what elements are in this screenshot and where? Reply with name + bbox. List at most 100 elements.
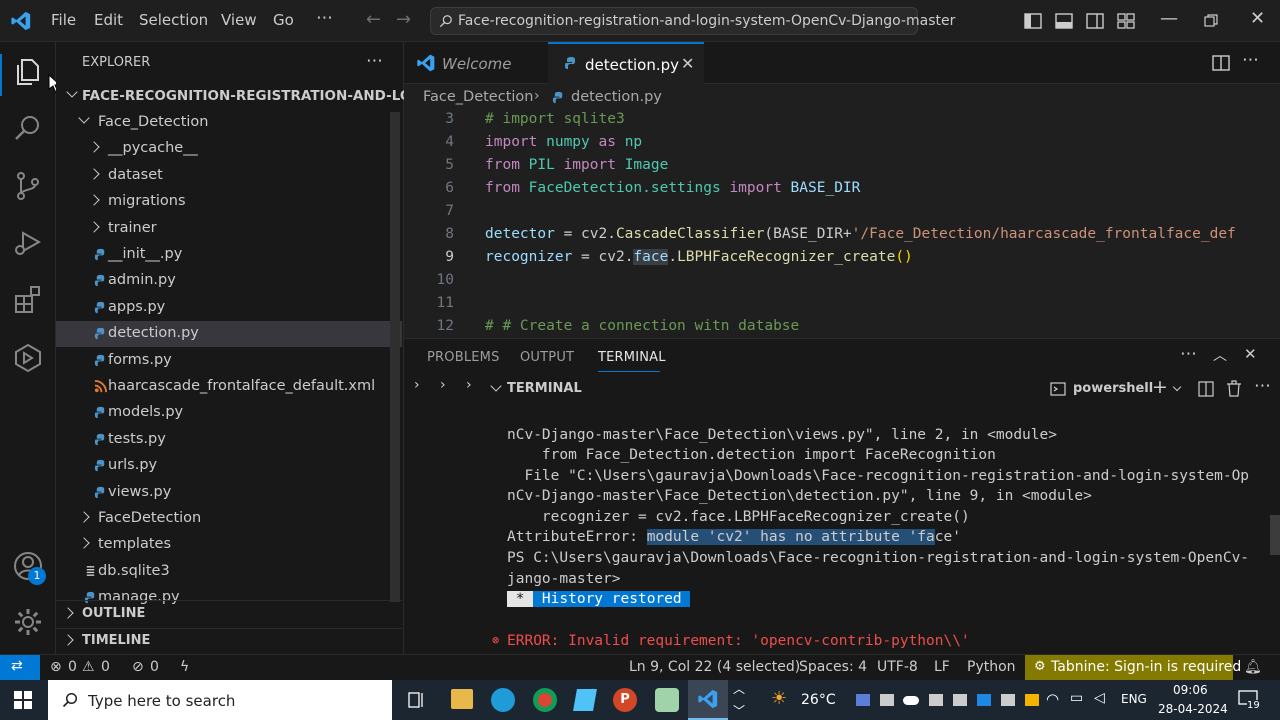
workspace-root[interactable]: FACE-RECOGNITION-REGISTRATION-AND-LOGIN.… — [56, 84, 454, 110]
cursor-position[interactable]: Ln 9, Col 22 (4 selected) — [629, 659, 800, 675]
menu-more[interactable]: ⋯ — [316, 8, 333, 28]
encoding[interactable]: UTF-8 — [877, 659, 918, 675]
windows-start-icon[interactable] — [14, 691, 32, 709]
vscode-taskbar-button[interactable] — [688, 680, 728, 720]
lightning-icon[interactable]: ϟ — [180, 659, 189, 675]
tree-item-haarcascade-frontalface-default-xml[interactable]: haarcascade_frontalface_default.xml — [56, 374, 402, 400]
tree-item-templates[interactable]: templates — [56, 532, 402, 558]
remote-indicator[interactable]: ⇄ — [0, 655, 40, 680]
toggle-primary-sidebar-icon[interactable] — [1024, 12, 1042, 30]
tab-welcome[interactable]: Welcome — [404, 42, 548, 84]
warning-icon[interactable]: ⚠ — [82, 659, 95, 675]
editor-more-icon[interactable]: ⋯ — [1242, 50, 1259, 70]
shell-name[interactable]: powershell — [1073, 381, 1153, 396]
timeline-section[interactable]: TIMELINE — [56, 628, 402, 654]
teams-tray-icon[interactable] — [856, 694, 870, 706]
powerpoint-icon[interactable]: P — [613, 688, 637, 712]
panel-tab-problems[interactable]: PROBLEMS — [427, 350, 500, 365]
menu-go[interactable]: Go — [273, 11, 294, 29]
remote-explorer-icon[interactable] — [12, 342, 44, 374]
extensions-icon[interactable] — [12, 284, 44, 316]
tree-item-face-detection[interactable]: Face_Detection — [56, 110, 402, 136]
battery-icon[interactable]: ▭ — [1070, 690, 1083, 706]
menu-file[interactable]: File — [51, 11, 76, 29]
tree-item-init-py[interactable]: __init__.py — [56, 242, 402, 268]
chevron-right-icon[interactable]: › — [414, 377, 420, 393]
task-view-icon[interactable] — [408, 692, 426, 708]
scroll-up-icon[interactable]: ︿ — [733, 680, 745, 697]
chrome-browser-icon[interactable] — [533, 688, 557, 712]
input-language[interactable]: ENG — [1121, 692, 1147, 706]
tree-item-views-py[interactable]: views.py — [56, 480, 402, 506]
maximize-panel-icon[interactable]: ︿ — [1213, 345, 1227, 365]
tree-item-migrations[interactable]: migrations — [56, 189, 402, 215]
outline-section[interactable]: OUTLINE — [56, 602, 402, 628]
menu-edit[interactable]: Edit — [94, 11, 123, 29]
bell-icon[interactable]: 🔔︎ — [1244, 659, 1262, 675]
sidebar-scrollbar[interactable] — [390, 112, 400, 602]
language-mode[interactable]: Python — [967, 659, 1016, 675]
trash-icon[interactable] — [1226, 380, 1242, 397]
tab-close-icon[interactable]: ✕ — [681, 54, 694, 73]
tray-app-icon[interactable] — [880, 694, 894, 706]
tab-detection-py[interactable]: detection.py ✕ — [548, 42, 704, 84]
tree-item-apps-py[interactable]: apps.py — [56, 295, 402, 321]
notepad-icon[interactable] — [573, 689, 597, 711]
clock-time[interactable]: 09:06 — [1173, 683, 1208, 697]
file-explorer-icon[interactable] — [451, 689, 473, 709]
terminal-scrollbar[interactable] — [1270, 515, 1280, 555]
close-panel-icon[interactable]: ✕ — [1244, 345, 1257, 363]
chevron-right-icon[interactable]: › — [440, 377, 446, 393]
menu-view[interactable]: View — [221, 11, 257, 29]
tree-item-dataset[interactable]: dataset — [56, 163, 402, 189]
forward-arrow-icon[interactable]: → — [396, 9, 411, 30]
run-debug-icon[interactable] — [12, 226, 44, 258]
chevron-right-icon[interactable]: › — [466, 377, 472, 393]
breadcrumb-file[interactable]: detection.py — [571, 89, 662, 105]
toggle-panel-icon[interactable] — [1055, 12, 1073, 30]
tray-app-icon[interactable] — [953, 694, 967, 706]
tree-item-db-sqlite3[interactable]: db.sqlite3 — [56, 559, 402, 585]
tray-app-icon[interactable] — [1025, 694, 1039, 706]
menu-selection[interactable]: Selection — [139, 11, 208, 29]
tree-item-admin-py[interactable]: admin.py — [56, 268, 402, 294]
tray-app-icon[interactable] — [977, 694, 991, 706]
tree-item-tests-py[interactable]: tests.py — [56, 427, 402, 453]
restore-icon[interactable] — [1204, 14, 1218, 28]
volume-icon[interactable]: ◁ — [1094, 690, 1105, 706]
panel-tab-output[interactable]: OUTPUT — [520, 350, 574, 365]
tray-app-icon[interactable] — [1001, 694, 1015, 706]
tree-item-pycache[interactable]: __pycache__ — [56, 136, 402, 162]
ports-icon[interactable]: ⊘ — [132, 659, 144, 675]
panel-more-icon[interactable]: ⋯ — [1180, 344, 1197, 364]
panel-tab-terminal[interactable]: TERMINAL — [598, 350, 666, 365]
tree-item-forms-py[interactable]: forms.py — [56, 348, 402, 374]
wifi-icon[interactable]: ◠ — [1046, 690, 1059, 708]
tree-item-models-py[interactable]: models.py — [56, 400, 402, 426]
paint-icon[interactable] — [655, 688, 679, 712]
chevron-down-icon[interactable] — [490, 380, 502, 392]
clock-date[interactable]: 28-04-2024 — [1158, 702, 1228, 716]
terminal-output[interactable]: nCv-Django-master\Face_Detection\views.p… — [404, 400, 1280, 654]
tabnine-status[interactable]: ⚙ Tabnine: Sign-in is required — [1025, 655, 1241, 680]
edge-browser-icon[interactable] — [491, 688, 515, 712]
onedrive-icon[interactable] — [903, 696, 919, 705]
split-editor-icon[interactable] — [1212, 54, 1230, 72]
explorer-more-icon[interactable]: ⋯ — [366, 51, 383, 71]
indentation[interactable]: Spaces: 4 — [799, 659, 867, 675]
tree-item-trainer[interactable]: trainer — [56, 216, 402, 242]
close-window-icon[interactable]: ✕ — [1250, 8, 1265, 29]
tree-item-urls-py[interactable]: urls.py — [56, 453, 402, 479]
minimize-icon[interactable]: — — [1160, 8, 1178, 29]
error-count-icon[interactable]: ⊗ — [50, 659, 62, 675]
tree-item-facedetection[interactable]: FaceDetection — [56, 506, 402, 532]
settings-gear-icon[interactable] — [12, 606, 44, 638]
breadcrumb-folder[interactable]: Face_Detection — [423, 89, 533, 105]
back-arrow-icon[interactable]: ← — [366, 9, 381, 30]
source-control-icon[interactable] — [12, 170, 44, 202]
explorer-icon[interactable] — [12, 56, 44, 88]
scroll-down-icon[interactable]: ﹀ — [733, 702, 745, 719]
customize-layout-icon[interactable] — [1117, 12, 1135, 30]
search-sidebar-icon[interactable] — [12, 112, 44, 144]
weather-temp[interactable]: 26°C — [801, 692, 836, 708]
